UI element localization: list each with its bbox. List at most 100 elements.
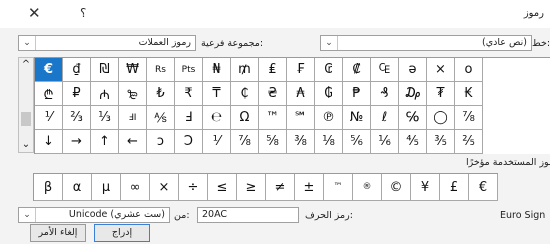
symbol-cell[interactable]: ₫ <box>63 58 91 82</box>
symbol-cell[interactable]: ₢ <box>315 58 343 82</box>
symbol-cell[interactable]: ₹ <box>175 82 203 106</box>
symbol-cell[interactable]: ₯ <box>399 82 427 106</box>
chevron-down-icon[interactable]: ⌄ <box>321 36 338 50</box>
symbol-cell[interactable]: ⅛ <box>315 130 343 154</box>
symbol-cell[interactable]: ₠ <box>371 58 399 82</box>
symbol-cell[interactable]: Pts <box>175 58 203 82</box>
from-dropdown[interactable]: ⌄ Unicode (ست عشري) <box>18 207 170 223</box>
symbol-cell[interactable]: ₤ <box>259 58 287 82</box>
symbol-cell[interactable]: ₣ <box>287 58 315 82</box>
grid-row: € ₫ ₪ ₩ Rs Pts ₦ ₥ ₤ ₣ ₢ ₡ ₠ ə × ο <box>35 58 550 82</box>
recent-symbol-cell[interactable]: β <box>34 174 63 201</box>
symbol-cell[interactable]: ℮ <box>203 106 231 130</box>
symbol-cell[interactable]: ₸ <box>203 82 231 106</box>
symbol-cell[interactable]: € <box>35 58 63 82</box>
symbol-cell[interactable]: ℲI <box>119 106 147 130</box>
symbol-cell[interactable]: ₵ <box>231 82 259 106</box>
font-dropdown[interactable]: ⌄ (نص عادي) <box>320 35 532 51</box>
symbol-cell[interactable]: ⅝ <box>259 130 287 154</box>
symbol-cell[interactable]: ⅜ <box>287 130 315 154</box>
recent-symbol-cell[interactable]: × <box>150 174 179 201</box>
font-label: خط: <box>532 38 550 49</box>
symbol-cell[interactable]: ₰ <box>371 82 399 106</box>
symbol-cell[interactable]: Ⅎ <box>175 106 203 130</box>
symbol-cell[interactable]: ə <box>399 58 427 82</box>
symbol-cell[interactable]: ₮ <box>427 82 455 106</box>
symbol-cell[interactable]: ɔ <box>147 130 175 154</box>
symbol-cell[interactable]: Ω <box>231 106 259 130</box>
symbol-cell[interactable]: ℅ <box>399 106 427 130</box>
symbol-cell[interactable]: ₦ <box>203 58 231 82</box>
symbol-cell[interactable]: ⅚ <box>343 130 371 154</box>
recent-symbol-cell[interactable]: ™ <box>324 174 353 201</box>
symbol-cell[interactable]: ← <box>119 130 147 154</box>
symbol-cell[interactable]: ⅘ <box>399 130 427 154</box>
symbol-cell[interactable]: ₱ <box>343 82 371 106</box>
symbol-cell[interactable]: ◯ <box>427 106 455 130</box>
symbol-cell[interactable]: ₭ <box>455 82 483 106</box>
symbol-cell[interactable]: ⅞ <box>455 106 483 130</box>
symbol-cell[interactable]: ℓ <box>371 106 399 130</box>
symbol-cell[interactable]: № <box>343 106 371 130</box>
recent-symbol-cell[interactable]: ≥ <box>237 174 266 201</box>
symbol-grid: € ₫ ₪ ₩ Rs Pts ₦ ₥ ₤ ₣ ₢ ₡ ₠ ə × ο ₾ ₽ ₼ ₻ ₺ ₹ ₸ ₵ ₴ ₳ ₲ ₱ ₰ ₯ ₮ ₭ ⅟ ⅔ ⅓ ℲI… <box>34 57 550 154</box>
symbol-cell[interactable]: ⅍ <box>147 106 175 130</box>
symbol-cell[interactable]: ℗ <box>315 106 343 130</box>
help-icon[interactable]: ؟ <box>80 6 86 20</box>
recent-symbol-cell[interactable]: µ <box>92 174 121 201</box>
recent-symbol-cell[interactable]: ≤ <box>208 174 237 201</box>
symbol-cell[interactable]: ₲ <box>315 82 343 106</box>
recent-symbol-cell[interactable]: £ <box>440 174 469 201</box>
symbol-cell[interactable]: ₽ <box>63 82 91 106</box>
scroll-thumb[interactable] <box>21 112 31 126</box>
symbol-cell[interactable]: ⅟ <box>203 130 231 154</box>
recent-symbol-cell[interactable]: ÷ <box>179 174 208 201</box>
symbol-cell[interactable]: ₥ <box>231 58 259 82</box>
char-code-field[interactable]: 20AC <box>197 207 299 223</box>
symbol-cell[interactable]: ™ <box>259 106 287 130</box>
symbol-cell[interactable]: ⅗ <box>427 130 455 154</box>
recent-symbol-cell[interactable]: © <box>382 174 411 201</box>
symbol-cell[interactable]: ₺ <box>147 82 175 106</box>
recent-symbol-cell[interactable]: ∞ <box>121 174 150 201</box>
symbol-cell[interactable]: ↑ <box>91 130 119 154</box>
symbol-cell[interactable]: ↓ <box>35 130 63 154</box>
symbol-cell[interactable]: ⅞ <box>231 130 259 154</box>
insert-button[interactable]: إدراج <box>94 224 150 242</box>
close-icon[interactable]: ✕ <box>28 4 41 22</box>
symbol-grid-scrollbar[interactable]: ^ ⌄ <box>18 57 34 153</box>
symbol-cell[interactable]: ₻ <box>119 82 147 106</box>
symbol-cell[interactable]: ₩ <box>119 58 147 82</box>
recent-symbol-cell[interactable]: ¥ <box>411 174 440 201</box>
symbol-cell[interactable]: Rs <box>147 58 175 82</box>
symbol-cell[interactable]: ⅖ <box>455 130 483 154</box>
recent-symbol-cell[interactable]: € <box>469 174 498 201</box>
symbol-cell[interactable]: Ↄ <box>175 130 203 154</box>
symbol-cell[interactable]: ℠ <box>287 106 315 130</box>
recent-symbol-cell[interactable]: ± <box>295 174 324 201</box>
symbol-cell[interactable]: ⅟ <box>35 106 63 130</box>
symbol-cell[interactable]: ₡ <box>343 58 371 82</box>
recent-label: الرموز المستخدمة مؤخرًا: <box>466 157 550 168</box>
symbol-cell[interactable]: ₼ <box>91 82 119 106</box>
subset-dropdown[interactable]: ⌄ رموز العملات <box>18 35 196 51</box>
symbol-cell[interactable]: ₳ <box>287 82 315 106</box>
recent-symbol-cell[interactable]: α <box>63 174 92 201</box>
symbol-cell[interactable]: ⅔ <box>63 106 91 130</box>
cancel-button[interactable]: إلغاء الأمر <box>30 224 86 242</box>
symbol-cell[interactable]: ο <box>455 58 483 82</box>
symbol-cell[interactable]: ₴ <box>259 82 287 106</box>
symbol-cell[interactable]: → <box>63 130 91 154</box>
symbol-cell[interactable]: × <box>427 58 455 82</box>
symbol-cell[interactable]: ₾ <box>35 82 63 106</box>
symbol-cell[interactable]: ₪ <box>91 58 119 82</box>
symbol-cell[interactable]: ⅙ <box>371 130 399 154</box>
scroll-up-icon[interactable]: ^ <box>19 58 33 72</box>
recent-symbol-cell[interactable]: ≠ <box>266 174 295 201</box>
chevron-down-icon[interactable]: ⌄ <box>19 36 36 50</box>
scroll-down-icon[interactable]: ⌄ <box>19 138 33 152</box>
chevron-down-icon[interactable]: ⌄ <box>19 208 36 222</box>
recent-symbol-cell[interactable]: ® <box>353 174 382 201</box>
symbol-cell[interactable]: ⅓ <box>91 106 119 130</box>
subset-label: مجموعة فرعية: <box>201 38 264 49</box>
